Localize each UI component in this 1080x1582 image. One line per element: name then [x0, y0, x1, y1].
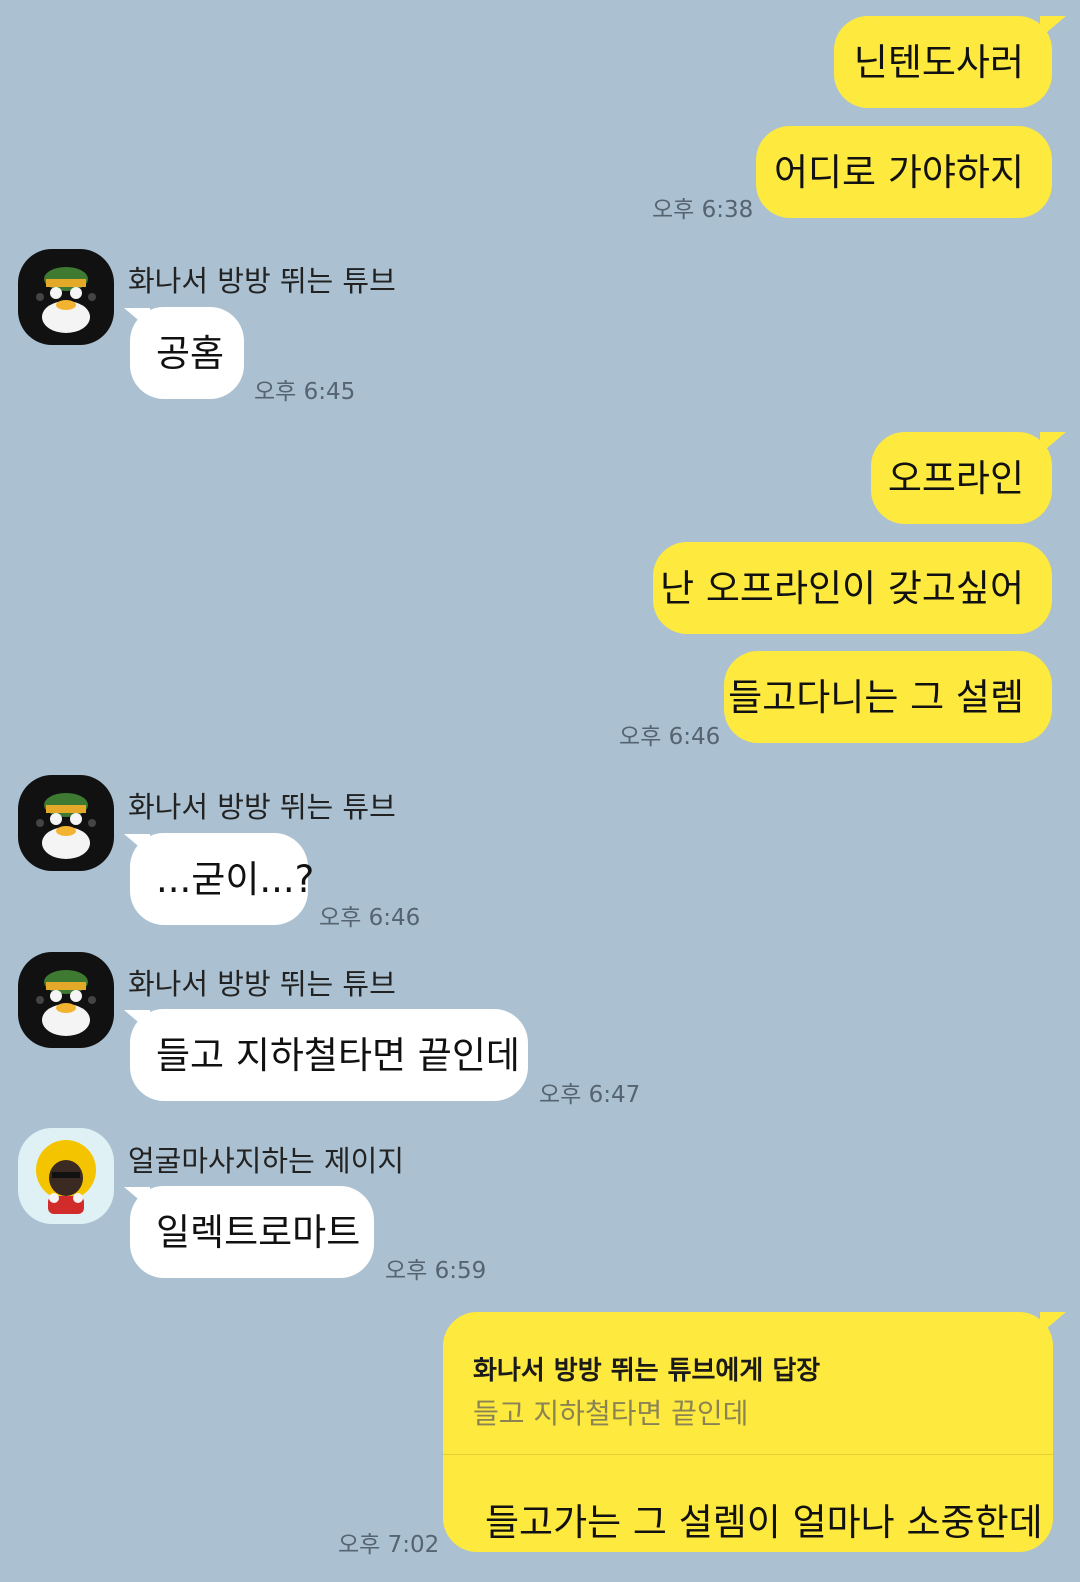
- bubble-tail: [124, 308, 150, 330]
- message-text: ...굳이...?: [156, 857, 315, 901]
- tube-avatar-icon: [18, 249, 114, 345]
- quoted-message[interactable]: 들고 지하철타면 끝인데: [473, 1392, 748, 1432]
- avatar-jay-g[interactable]: [18, 1128, 114, 1224]
- sender-name: 화나서 방방 뛰는 튜브: [128, 967, 396, 1001]
- message-text: 들고가는 그 설렘이 얼마나 소중한데: [485, 1501, 1043, 1544]
- bubble-tail: [124, 1010, 150, 1032]
- tube-avatar-icon: [18, 775, 114, 871]
- message-bubble-mine[interactable]: 오프라인: [871, 432, 1052, 524]
- timestamp: 오후 6:45: [254, 379, 356, 405]
- message-bubble-mine[interactable]: 난 오프라인이 갖고싶어: [653, 542, 1052, 634]
- reply-divider: [443, 1454, 1053, 1455]
- message-text: 어디로 가야하지: [773, 150, 1024, 194]
- bubble-tail: [1040, 432, 1066, 454]
- bubble-tail: [1040, 16, 1066, 38]
- timestamp: 오후 6:46: [619, 724, 721, 750]
- message-bubble-other[interactable]: 일렉트로마트: [130, 1186, 374, 1278]
- bubble-tail: [124, 834, 150, 856]
- message-bubble-mine[interactable]: 닌텐도사러: [834, 16, 1052, 108]
- message-bubble-other[interactable]: ...굳이...?: [130, 833, 314, 925]
- bubble-tail: [124, 1187, 150, 1209]
- sender-name: 얼굴마사지하는 제이지: [128, 1144, 405, 1178]
- timestamp: 오후 6:47: [539, 1082, 641, 1108]
- jay-g-avatar-icon: [18, 1128, 114, 1224]
- message-bubble-mine[interactable]: 어디로 가야하지: [756, 126, 1052, 218]
- message-text: 일렉트로마트: [156, 1210, 361, 1254]
- reply-message-bubble[interactable]: 화나서 방방 뛰는 튜브에게 답장 들고 지하철타면 끝인데 들고가는 그 설렘…: [443, 1312, 1053, 1552]
- message-text: 들고다니는 그 설렘: [728, 675, 1024, 719]
- bubble-tail: [1040, 1312, 1066, 1334]
- message-text: 들고 지하철타면 끝인데: [156, 1033, 520, 1077]
- avatar-tube[interactable]: [18, 775, 114, 871]
- timestamp: 오후 6:46: [319, 905, 421, 931]
- timestamp: 오후 6:59: [385, 1258, 487, 1284]
- sender-name: 화나서 방방 뛰는 튜브: [128, 264, 396, 298]
- timestamp: 오후 6:38: [652, 197, 754, 223]
- message-text: 공홈: [156, 331, 225, 375]
- message-text: 오프라인: [887, 456, 1024, 500]
- avatar-tube[interactable]: [18, 952, 114, 1048]
- timestamp: 오후 7:02: [338, 1532, 440, 1558]
- reply-to-label: 화나서 방방 뛰는 튜브에게 답장: [473, 1356, 821, 1386]
- avatar-tube[interactable]: [18, 249, 114, 345]
- message-bubble-mine[interactable]: 들고다니는 그 설렘: [724, 651, 1052, 743]
- sender-name: 화나서 방방 뛰는 튜브: [128, 790, 396, 824]
- message-bubble-other[interactable]: 들고 지하철타면 끝인데: [130, 1009, 528, 1101]
- tube-avatar-icon: [18, 952, 114, 1048]
- message-text: 닌텐도사러: [853, 40, 1024, 84]
- message-text: 난 오프라인이 갖고싶어: [660, 566, 1024, 610]
